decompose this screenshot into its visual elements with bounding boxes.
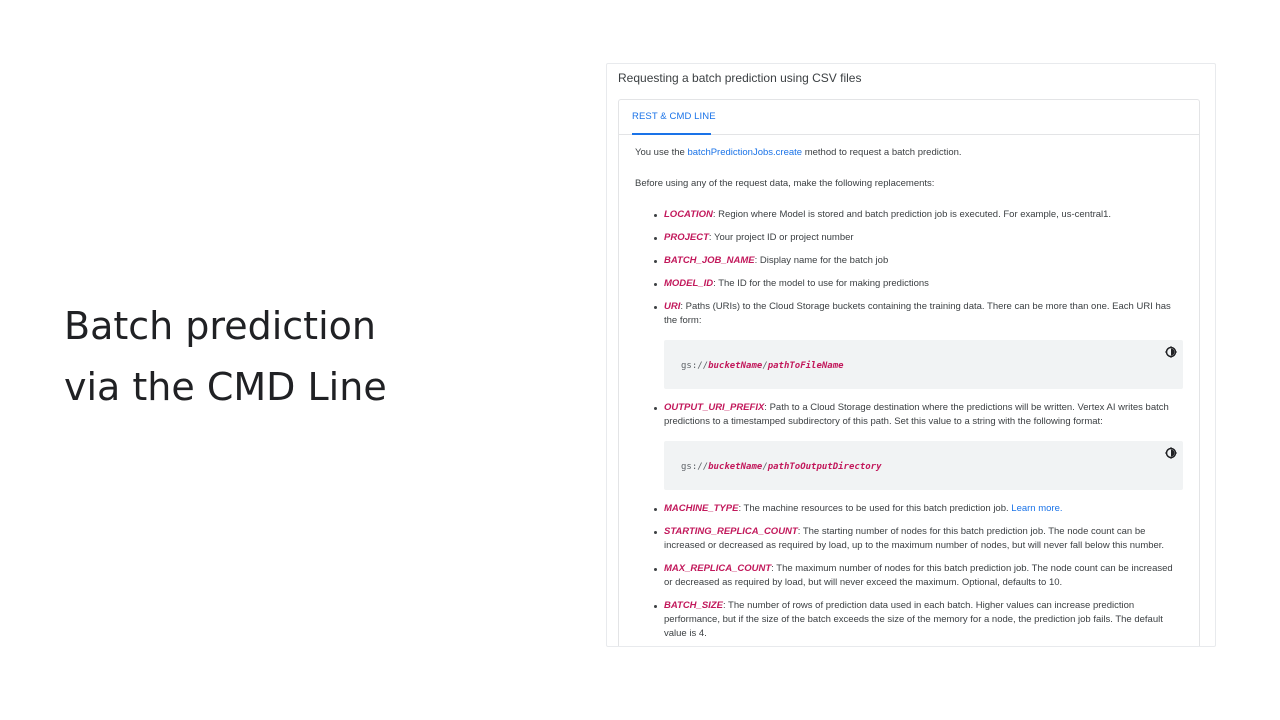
bullet <box>654 407 657 410</box>
tab-rest-cmd-line[interactable]: REST & CMD LINE <box>632 111 716 122</box>
code-text: gs://bucketName/pathToFileName <box>681 359 844 373</box>
bullet <box>654 283 657 286</box>
param-item-location: LOCATION: Region where Model is stored a… <box>635 208 1183 222</box>
bullet <box>654 237 657 240</box>
code-var-path: pathToOutputDirectory <box>767 462 882 472</box>
slide-title: Batch prediction via the CMD Line <box>64 296 387 418</box>
parameter-list: LOCATION: Region where Model is stored a… <box>635 208 1183 641</box>
intro-prefix: You use the <box>635 147 688 158</box>
tab-bar: REST & CMD LINE <box>619 100 1199 135</box>
bullet <box>654 568 657 571</box>
dark-mode-toggle-icon[interactable] <box>1165 447 1177 459</box>
code-block-uri: gs://bucketName/pathToFileName <box>664 340 1183 389</box>
param-name: BATCH_JOB_NAME <box>664 255 755 266</box>
param-item-starting-replica-count: STARTING_REPLICA_COUNT: The starting num… <box>635 525 1183 553</box>
param-item-model-id: MODEL_ID: The ID for the model to use fo… <box>635 277 1183 291</box>
bullet <box>654 531 657 534</box>
slide-title-line-2: via the CMD Line <box>64 365 387 409</box>
tab-body: You use the batchPredictionJobs.create m… <box>619 135 1199 641</box>
bullet <box>654 605 657 608</box>
param-item-output-uri-prefix: OUTPUT_URI_PREFIX: Path to a Cloud Stora… <box>635 401 1183 490</box>
param-name: PROJECT <box>664 232 709 243</box>
param-desc: : The ID for the model to use for making… <box>713 278 929 289</box>
param-item-project: PROJECT: Your project ID or project numb… <box>635 231 1183 245</box>
intro-paragraph: You use the batchPredictionJobs.create m… <box>635 146 1183 160</box>
param-name: URI <box>664 301 681 312</box>
learn-more-link[interactable]: Learn more. <box>1011 503 1062 514</box>
code-var-bucket: bucketName <box>708 361 763 371</box>
replacements-intro: Before using any of the request data, ma… <box>635 178 935 189</box>
param-desc: : The number of rows of prediction data … <box>664 600 1163 639</box>
code-block-output-uri: gs://bucketName/pathToOutputDirectory <box>664 441 1183 490</box>
param-name: OUTPUT_URI_PREFIX <box>664 402 765 413</box>
param-item-batch-size: BATCH_SIZE: The number of rows of predic… <box>635 599 1183 641</box>
slide-title-line-1: Batch prediction <box>64 304 376 348</box>
param-desc: : Paths (URIs) to the Cloud Storage buck… <box>664 301 1171 326</box>
code-var-path: pathToFileName <box>767 361 844 371</box>
param-item-uri: URI: Paths (URIs) to the Cloud Storage b… <box>635 300 1183 389</box>
param-name: MODEL_ID <box>664 278 714 289</box>
documentation-card: Requesting a batch prediction using CSV … <box>606 63 1216 647</box>
param-item-batch-job-name: BATCH_JOB_NAME: Display name for the bat… <box>635 254 1183 268</box>
tab-panel: REST & CMD LINE You use the batchPredict… <box>618 99 1200 646</box>
active-tab-indicator <box>632 133 711 135</box>
bullet <box>654 508 657 511</box>
param-name: MAX_REPLICA_COUNT <box>664 563 772 574</box>
param-item-machine-type: MACHINE_TYPE: The machine resources to b… <box>635 502 1183 516</box>
param-name: MACHINE_TYPE <box>664 503 739 514</box>
intro-suffix: method to request a batch prediction. <box>802 147 962 158</box>
param-name: LOCATION <box>664 209 713 220</box>
param-desc: : Your project ID or project number <box>708 232 854 243</box>
code-var-bucket: bucketName <box>708 462 763 472</box>
param-desc: : Region where Model is stored and batch… <box>712 209 1112 220</box>
param-name: BATCH_SIZE <box>664 600 723 611</box>
doc-heading: Requesting a batch prediction using CSV … <box>618 71 862 85</box>
batch-prediction-jobs-create-link[interactable]: batchPredictionJobs.create <box>687 147 802 158</box>
dark-mode-toggle-icon[interactable] <box>1165 346 1177 358</box>
bullet <box>654 260 657 263</box>
bullet <box>654 306 657 309</box>
param-item-max-replica-count: MAX_REPLICA_COUNT: The maximum number of… <box>635 562 1183 590</box>
code-text: gs://bucketName/pathToOutputDirectory <box>681 460 882 474</box>
code-prefix: gs:// <box>681 361 709 371</box>
code-prefix: gs:// <box>681 462 709 472</box>
param-name: STARTING_REPLICA_COUNT <box>664 526 798 537</box>
param-desc: : The machine resources to be used for t… <box>738 503 1012 514</box>
param-desc: : Display name for the batch job <box>754 255 889 266</box>
bullet <box>654 214 657 217</box>
